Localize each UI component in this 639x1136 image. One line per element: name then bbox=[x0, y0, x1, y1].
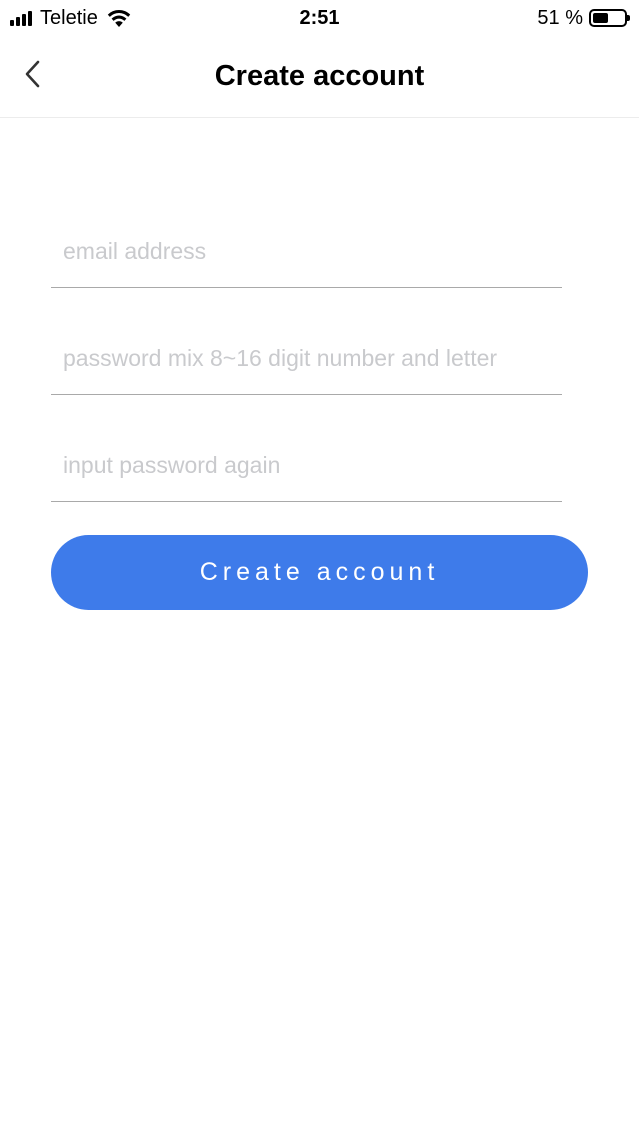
create-account-button[interactable]: Create account bbox=[51, 535, 588, 610]
email-input[interactable] bbox=[63, 238, 553, 265]
confirm-password-input[interactable] bbox=[63, 452, 553, 479]
email-field-container bbox=[51, 210, 562, 288]
page-title: Create account bbox=[214, 60, 425, 92]
nav-bar: Create account bbox=[0, 36, 639, 118]
battery-cap bbox=[627, 15, 630, 21]
status-bar: Teletie 2:51 51 % bbox=[0, 0, 639, 36]
battery-fill bbox=[593, 13, 609, 23]
password-input[interactable] bbox=[63, 345, 553, 372]
status-right: 51 % bbox=[537, 5, 630, 31]
battery-icon bbox=[589, 9, 630, 27]
confirm-password-field-container bbox=[51, 424, 562, 502]
battery-percent: 51 % bbox=[537, 6, 583, 29]
create-account-form bbox=[51, 210, 562, 531]
password-field-container bbox=[51, 317, 562, 395]
